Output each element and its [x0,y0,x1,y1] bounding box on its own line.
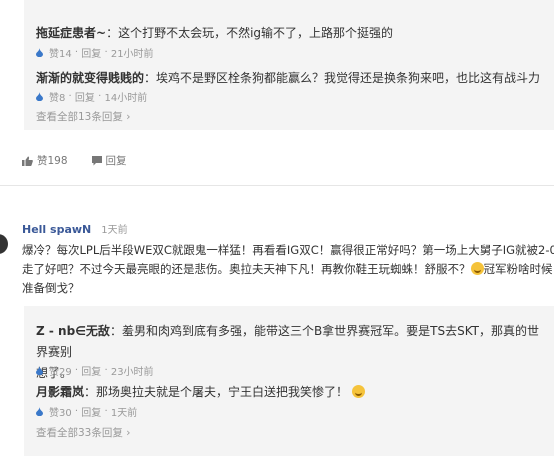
reply-time: 14小时前 [104,93,148,104]
thumbs-up-icon[interactable] [22,156,33,166]
comment-actions: 赞198 回复 [22,153,127,168]
comment-body: 爆冷？每次LPL后半段WE双C就跟鬼一样猛！再看看IG双C！赢得很正常好吗？第一… [22,241,554,298]
avatar[interactable] [0,234,8,254]
reply-item: 拖延症患者~：这个打野不太会玩，不然ig输不了，上路那个挺强的 [36,22,546,41]
reply-meta: 赞8 · 回复 · 14小时前 [36,89,147,104]
reply-item: 月影霜岚：那场奥拉夫就是个屠夫，宁王白送把我笑惨了！ [36,381,544,400]
view-all-replies-link[interactable]: 查看全部33条回复 › [36,425,130,440]
reply-like-count[interactable]: 赞30 [49,404,72,419]
reply-time: 1天前 [110,408,138,419]
reply-author[interactable]: 拖延症患者~ [36,26,106,40]
reply-meta: 赞29 · 回复 · 23小时前 [36,363,154,378]
comment-line: 走了好吧？不过今天最亮眼的还是悲伤。奥拉夫天神下凡！再教你鞋王玩蜘蛛！舒服不？冠… [22,262,553,276]
thumbs-up-icon[interactable] [36,366,43,375]
reply-reply-link[interactable]: 回复 [81,363,101,378]
reply-item: 渐渐的就变得贱贱的：埃鸡不是野区栓条狗都能赢么？我觉得还是换条狗来吧，也比这有战… [36,67,546,86]
reply-meta: 赞14 · 回复 · 21小时前 [36,45,154,60]
reply-like-count[interactable]: 赞14 [49,45,72,60]
thumbs-up-icon[interactable] [36,92,43,101]
reply-button[interactable]: 回复 [106,153,127,168]
reply-text: ：这个打野不太会玩，不然ig输不了，上路那个挺强的 [106,26,394,40]
reply-meta: 赞30 · 回复 · 1天前 [36,404,137,419]
thumbs-up-icon[interactable] [36,48,43,57]
reply-reply-link[interactable]: 回复 [81,404,101,419]
reply-author[interactable]: 月影霜岚 [36,385,84,399]
reply-reply-link[interactable]: 回复 [81,45,101,60]
reply-author[interactable]: 渐渐的就变得贱贱的 [36,71,144,85]
laughing-emoji-icon [470,262,484,275]
thumbs-up-icon[interactable] [36,407,43,416]
reply-author[interactable]: Z - nb∈无敌 [36,324,110,338]
reply-time: 23小时前 [110,367,154,378]
chevron-right-icon: › [122,111,131,123]
laughing-emoji-icon [352,385,366,398]
view-all-replies-link[interactable]: 查看全部13条回复 › [36,109,130,124]
comment-author[interactable]: Hell spawN [22,223,91,236]
reply-time: 21小时前 [110,49,154,60]
divider [0,185,554,186]
comment-time: 1天前 [101,225,128,236]
comment-header: Hell spawN 1天前 [22,221,128,236]
comment-line: 爆冷？每次LPL后半段WE双C就跟鬼一样猛！再看看IG双C！赢得很正常好吗？第一… [22,243,554,257]
comment-icon[interactable] [91,155,102,166]
reply-reply-link[interactable]: 回复 [75,89,95,104]
reply-like-count[interactable]: 赞8 [49,89,65,104]
reply-text: ：羞男和肉鸡到底有多强，能带这三个B拿世界赛冠军。要是TS去SKT，那真的世界赛… [36,324,540,359]
chevron-right-icon: › [122,427,131,439]
reply-text: ：那场奥拉夫就是个屠夫，宁王白送把我笑惨了！ [84,385,349,399]
reply-like-count[interactable]: 赞29 [49,363,72,378]
reply-text: ：埃鸡不是野区栓条狗都能赢么？我觉得还是换条狗来吧，也比这有战斗力 [144,71,541,85]
like-count[interactable]: 赞198 [37,153,68,168]
comment-line: 准备倒戈？ [22,281,80,295]
